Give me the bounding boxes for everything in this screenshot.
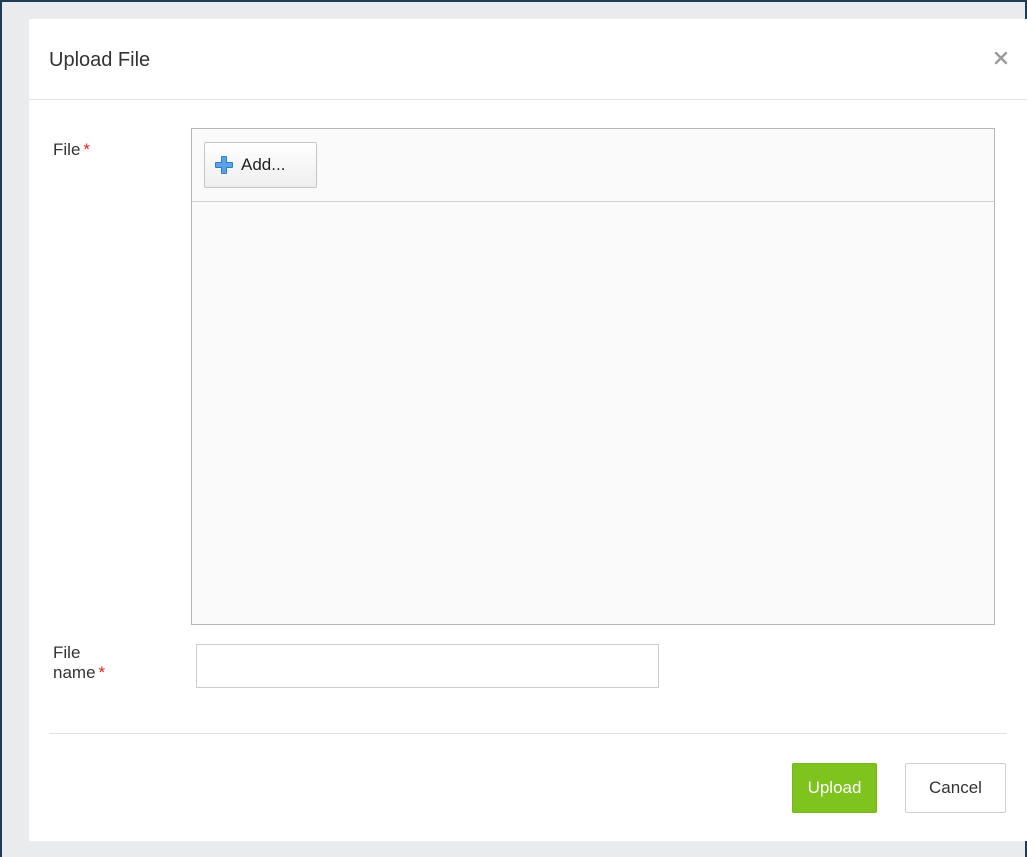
dialog-title: Upload File (49, 49, 151, 71)
file-name-label: File name * (53, 643, 105, 683)
required-asterisk: * (98, 663, 106, 682)
required-asterisk: * (83, 140, 91, 159)
file-name-label-line2: name (53, 663, 96, 682)
footer-divider (49, 733, 1007, 734)
plus-icon (213, 154, 235, 176)
add-file-button[interactable]: Add... (204, 142, 317, 188)
cancel-button[interactable]: Cancel (905, 763, 1006, 813)
dialog-header: Upload File (29, 19, 1027, 100)
add-button-label: Add... (241, 155, 286, 174)
upload-file-dialog: Upload File File * Add... File name * Up… (29, 19, 1027, 841)
upload-toolbar: Add... (192, 129, 994, 202)
window-frame: Upload File File * Add... File name * Up… (0, 0, 1027, 857)
file-label-text: File (53, 140, 81, 159)
close-icon[interactable] (989, 46, 1013, 70)
file-name-label-line1: File (53, 643, 81, 662)
file-name-input[interactable] (196, 644, 659, 688)
file-label: File * (53, 140, 90, 160)
upload-button[interactable]: Upload (792, 763, 877, 813)
file-upload-area[interactable]: Add... (191, 128, 995, 625)
